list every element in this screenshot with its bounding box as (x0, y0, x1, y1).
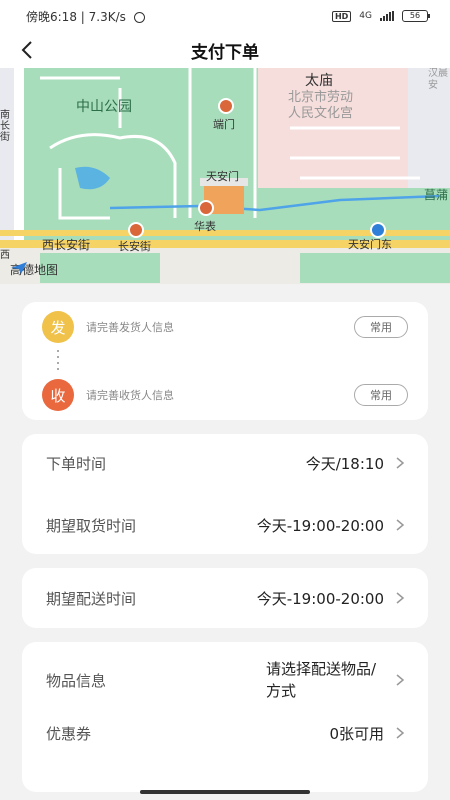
order-time-card: 下单时间 今天/18:10 期望取货时间 今天-19:00-20:00 (22, 434, 428, 554)
sender-hint: 请完善发货人信息 (86, 321, 174, 334)
chevron-right-icon (396, 519, 405, 531)
coupon-row[interactable]: 优惠券 0张可用 (46, 718, 406, 748)
order-time-value: 今天/18:10 (305, 454, 384, 473)
receiver-hint: 请完善收货人信息 (86, 389, 174, 402)
map-label-taimiao: 太庙 (305, 73, 333, 89)
map-label-tiananmen: 天安门 (206, 170, 239, 183)
order-time-label: 下单时间 (46, 454, 107, 473)
status-right: HD 4G 56 (331, 10, 430, 22)
receiver-common-button[interactable]: 常用 (354, 384, 408, 406)
signal-icon (380, 11, 394, 21)
home-indicator[interactable] (140, 790, 310, 794)
map-label-xichangan: 西长安街 (42, 238, 91, 252)
poi-duanmen-icon[interactable] (218, 98, 234, 114)
poi-changan-icon[interactable] (128, 222, 144, 238)
status-bar: 傍晚6:18 | 7.3K/s HD 4G 56 (0, 0, 450, 32)
receiver-badge: 收 (42, 379, 74, 411)
battery-icon: 56 (402, 10, 430, 22)
order-time-row[interactable]: 下单时间 今天/18:10 (46, 448, 406, 478)
receiver-row[interactable]: 收 请完善收货人信息 常用 (42, 379, 408, 411)
poi-huabiao-icon[interactable] (198, 200, 214, 216)
network-type: 4G (359, 11, 372, 21)
alarm-icon (133, 11, 145, 23)
delivery-time-label: 期望配送时间 (46, 589, 137, 608)
nav-bar: 支付下单 (0, 32, 450, 68)
sender-badge: 发 (42, 311, 74, 343)
hd-badge: HD (331, 10, 352, 22)
order-form: 发 请完善发货人信息 常用 收 请完善收货人信息 常用 下单时间 今天/18:1… (0, 284, 450, 800)
goods-card: 物品信息 请选择配送物品/方式 优惠券 0张可用 (22, 642, 428, 792)
route-dots (57, 350, 59, 370)
chevron-right-icon (396, 592, 405, 604)
status-time-network: 傍晚6:18 | 7.3K/s (26, 9, 126, 24)
delivery-time-value: 今天-19:00-20:00 (256, 589, 384, 608)
address-card: 发 请完善发货人信息 常用 收 请完善收货人信息 常用 (22, 302, 428, 420)
coupon-label: 优惠券 (46, 724, 92, 743)
status-left: 傍晚6:18 | 7.3K/s (26, 8, 145, 25)
map-label-workers-palace: 北京市劳动 人民文化宫 (288, 90, 354, 121)
chevron-right-icon (396, 457, 405, 469)
page-title: 支付下单 (191, 43, 259, 63)
sender-common-button[interactable]: 常用 (354, 316, 408, 338)
sender-row[interactable]: 发 请完善发货人信息 常用 (42, 311, 408, 343)
pickup-time-row[interactable]: 期望取货时间 今天-19:00-20:00 (46, 510, 406, 540)
chevron-right-icon (396, 727, 405, 739)
map-label-hanzhong: 汉晨安 (428, 68, 448, 91)
navigation-arrow-icon (11, 262, 27, 274)
map-label-tiananmen-east: 天安门东 (348, 238, 392, 251)
amap-logo: 高德地图 (10, 261, 58, 278)
map-label-pucheng: 菖蒲 (424, 188, 449, 202)
delivery-time-card: 期望配送时间 今天-19:00-20:00 (22, 568, 428, 628)
delivery-time-row[interactable]: 期望配送时间 今天-19:00-20:00 (46, 583, 406, 613)
coupon-value: 0张可用 (329, 724, 384, 743)
pickup-time-value: 今天-19:00-20:00 (256, 516, 384, 535)
map-label-duanmen: 端门 (213, 118, 235, 131)
map-view[interactable]: 中山公园 太庙 北京市劳动 人民文化宫 端门 天安门 华表 西长安街 长安街 天… (0, 68, 450, 284)
goods-info-row[interactable]: 物品信息 请选择配送物品/方式 (46, 656, 406, 704)
map-label-changan: 长安街 (118, 240, 151, 253)
map-label-xi: 西 (0, 250, 10, 261)
map-label-huabiao: 华表 (194, 220, 216, 233)
map-label-zhongshan-park: 中山公园 (76, 99, 132, 115)
chevron-right-icon (396, 674, 405, 686)
pickup-time-label: 期望取货时间 (46, 516, 137, 535)
goods-info-label: 物品信息 (46, 671, 107, 690)
map-label-nanchangjie: 南长街 (0, 110, 10, 143)
goods-info-value: 请选择配送物品/方式 (266, 660, 377, 700)
